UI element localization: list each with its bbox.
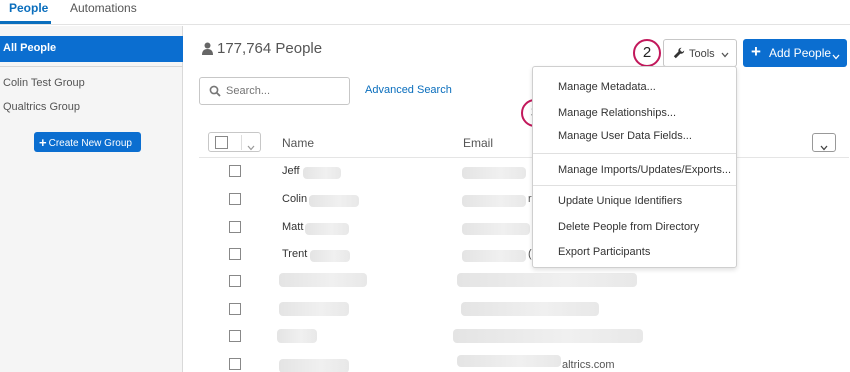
select-all-divider [241, 135, 242, 150]
active-tab-indicator [0, 21, 51, 24]
redacted-email [457, 355, 561, 367]
table-row[interactable]: Jeff [199, 158, 849, 186]
redacted-email [453, 329, 643, 343]
redacted-email [462, 167, 526, 179]
menu-item-export-participants[interactable]: Export Participants [558, 246, 650, 258]
row-checkbox[interactable] [229, 221, 241, 233]
advanced-search-link[interactable]: Advanced Search [365, 84, 452, 96]
table-row[interactable] [199, 296, 849, 324]
search-input[interactable] [226, 83, 344, 99]
tools-dropdown-menu: Manage Metadata... Manage Relationships.… [532, 66, 737, 268]
row-email: altrics.com [562, 359, 615, 371]
menu-item-manage-imports-updates-exports[interactable]: Manage Imports/Updates/Exports... [558, 164, 731, 176]
tools-label: Tools [689, 48, 715, 60]
redacted-name [303, 167, 341, 179]
table-row[interactable]: altrics.com [199, 351, 849, 372]
redacted-name [279, 273, 367, 287]
directory-page: People Automations All People Colin Test… [0, 0, 850, 372]
column-options-button[interactable] [812, 133, 836, 152]
menu-item-update-unique-identifiers[interactable]: Update Unique Identifiers [558, 195, 682, 207]
sidebar-divider [0, 66, 183, 67]
menu-item-manage-relationships[interactable]: Manage Relationships... [558, 107, 676, 119]
add-people-label: Add People [769, 46, 832, 60]
row-checkbox[interactable] [229, 275, 241, 287]
menu-divider [533, 153, 736, 154]
redacted-email [462, 250, 526, 262]
row-checkbox[interactable] [229, 330, 241, 342]
row-checkbox[interactable] [229, 358, 241, 370]
table-row[interactable] [199, 268, 849, 296]
redacted-name [277, 329, 317, 343]
add-people-button[interactable]: + Add People [743, 39, 847, 67]
chevron-down-icon [721, 49, 729, 61]
redacted-name [309, 195, 359, 207]
create-new-group-label: Create New Group [48, 138, 132, 149]
redacted-name [310, 250, 350, 262]
chevron-down-icon [832, 49, 840, 63]
table-row[interactable]: Colin r [199, 186, 849, 214]
top-tab-bar: People Automations [0, 0, 850, 25]
select-all-control[interactable] [208, 132, 261, 152]
row-checkbox[interactable] [229, 193, 241, 205]
row-checkbox[interactable] [229, 165, 241, 177]
people-count-heading: 177,764 People [202, 40, 322, 59]
step-badge-2: 2 [633, 39, 661, 67]
menu-divider [533, 185, 736, 186]
wrench-icon [673, 47, 685, 62]
column-header-name[interactable]: Name [282, 136, 314, 150]
row-name: Jeff [282, 165, 300, 177]
tab-people[interactable]: People [9, 1, 48, 15]
menu-item-delete-people[interactable]: Delete People from Directory [558, 221, 699, 233]
sidebar-item-all-people[interactable]: All People [0, 36, 183, 62]
row-checkbox[interactable] [229, 248, 241, 260]
search-icon [209, 85, 221, 100]
menu-item-manage-user-data-fields[interactable]: Manage User Data Fields... [558, 130, 692, 142]
sidebar-item-qualtrics-group[interactable]: Qualtrics Group [3, 101, 80, 113]
chevron-down-icon[interactable] [247, 140, 255, 154]
select-all-checkbox[interactable] [215, 136, 228, 149]
table-row[interactable]: Matt [199, 214, 849, 242]
sidebar-item-colin-test-group[interactable]: Colin Test Group [3, 77, 85, 89]
redacted-email [461, 302, 599, 316]
row-name: Trent [282, 248, 308, 260]
row-name: Colin [282, 193, 308, 205]
column-header-email[interactable]: Email [463, 136, 493, 150]
sidebar: All People Colin Test Group Qualtrics Gr… [0, 26, 183, 372]
person-icon [202, 42, 213, 59]
create-new-group-button[interactable]: + Create New Group [34, 132, 141, 152]
table-row[interactable]: Trent ( [199, 241, 849, 269]
menu-item-manage-metadata[interactable]: Manage Metadata... [558, 81, 656, 93]
chevron-down-icon [820, 140, 828, 154]
plus-icon: + [751, 42, 761, 61]
row-checkbox[interactable] [229, 303, 241, 315]
tab-automations[interactable]: Automations [70, 1, 137, 15]
search-field[interactable] [199, 77, 350, 105]
tools-button[interactable]: Tools [663, 39, 737, 67]
redacted-name [279, 302, 349, 316]
redacted-email [462, 223, 530, 235]
row-name: Matt [282, 221, 304, 233]
redacted-email [462, 195, 526, 207]
people-count-text: 177,764 People [217, 40, 323, 57]
redacted-name [305, 223, 349, 235]
redacted-email [457, 273, 637, 287]
redacted-name [279, 359, 349, 372]
plus-icon: + [39, 135, 47, 150]
table-row[interactable] [199, 323, 849, 351]
